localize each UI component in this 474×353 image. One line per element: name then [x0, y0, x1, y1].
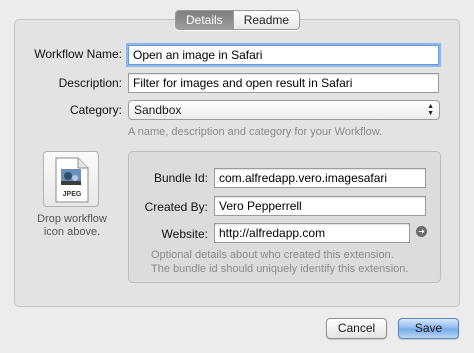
website-label: Website: [161, 227, 208, 241]
bundle-hint: Optional details about who created this … [151, 248, 439, 276]
created-by-label: Created By: [144, 200, 208, 214]
website-field[interactable] [214, 223, 410, 243]
workflow-name-label: Workflow Name: [34, 47, 122, 61]
workflow-name-field[interactable] [128, 45, 439, 65]
bundle-id-field[interactable] [214, 168, 426, 188]
created-by-field[interactable] [214, 196, 426, 216]
description-label: Description: [58, 76, 122, 90]
bundle-hint-line1: Optional details about who created this … [151, 249, 394, 261]
category-select[interactable]: Sandbox ▲ ▼ [128, 100, 440, 120]
open-website-arrow-icon[interactable]: ➜ [416, 226, 427, 237]
tab-details[interactable]: Details [176, 11, 233, 29]
tab-bar: Details Readme [175, 10, 301, 30]
description-field[interactable] [128, 73, 439, 93]
save-button[interactable]: Save [398, 318, 459, 339]
drop-hint-line2: icon above. [43, 226, 101, 238]
general-hint: A name, description and category for you… [128, 126, 383, 138]
drop-hint-line1: Drop workflow [37, 213, 107, 225]
jpeg-file-icon: JPEG [55, 157, 89, 203]
drop-icon-hint: Drop workflow icon above. [22, 213, 122, 239]
category-selected-value: Sandbox [134, 103, 182, 117]
category-label: Category: [69, 103, 122, 117]
file-type-label: JPEG [63, 191, 82, 198]
updown-arrows-icon: ▲ ▼ [427, 103, 434, 117]
bundle-hint-line2: The bundle id should uniquely identify t… [151, 263, 409, 275]
tab-readme[interactable]: Readme [232, 11, 300, 29]
cancel-button[interactable]: Cancel [326, 318, 387, 339]
workflow-icon-well[interactable]: JPEG [43, 151, 99, 207]
bundle-id-label: Bundle Id: [153, 171, 208, 185]
